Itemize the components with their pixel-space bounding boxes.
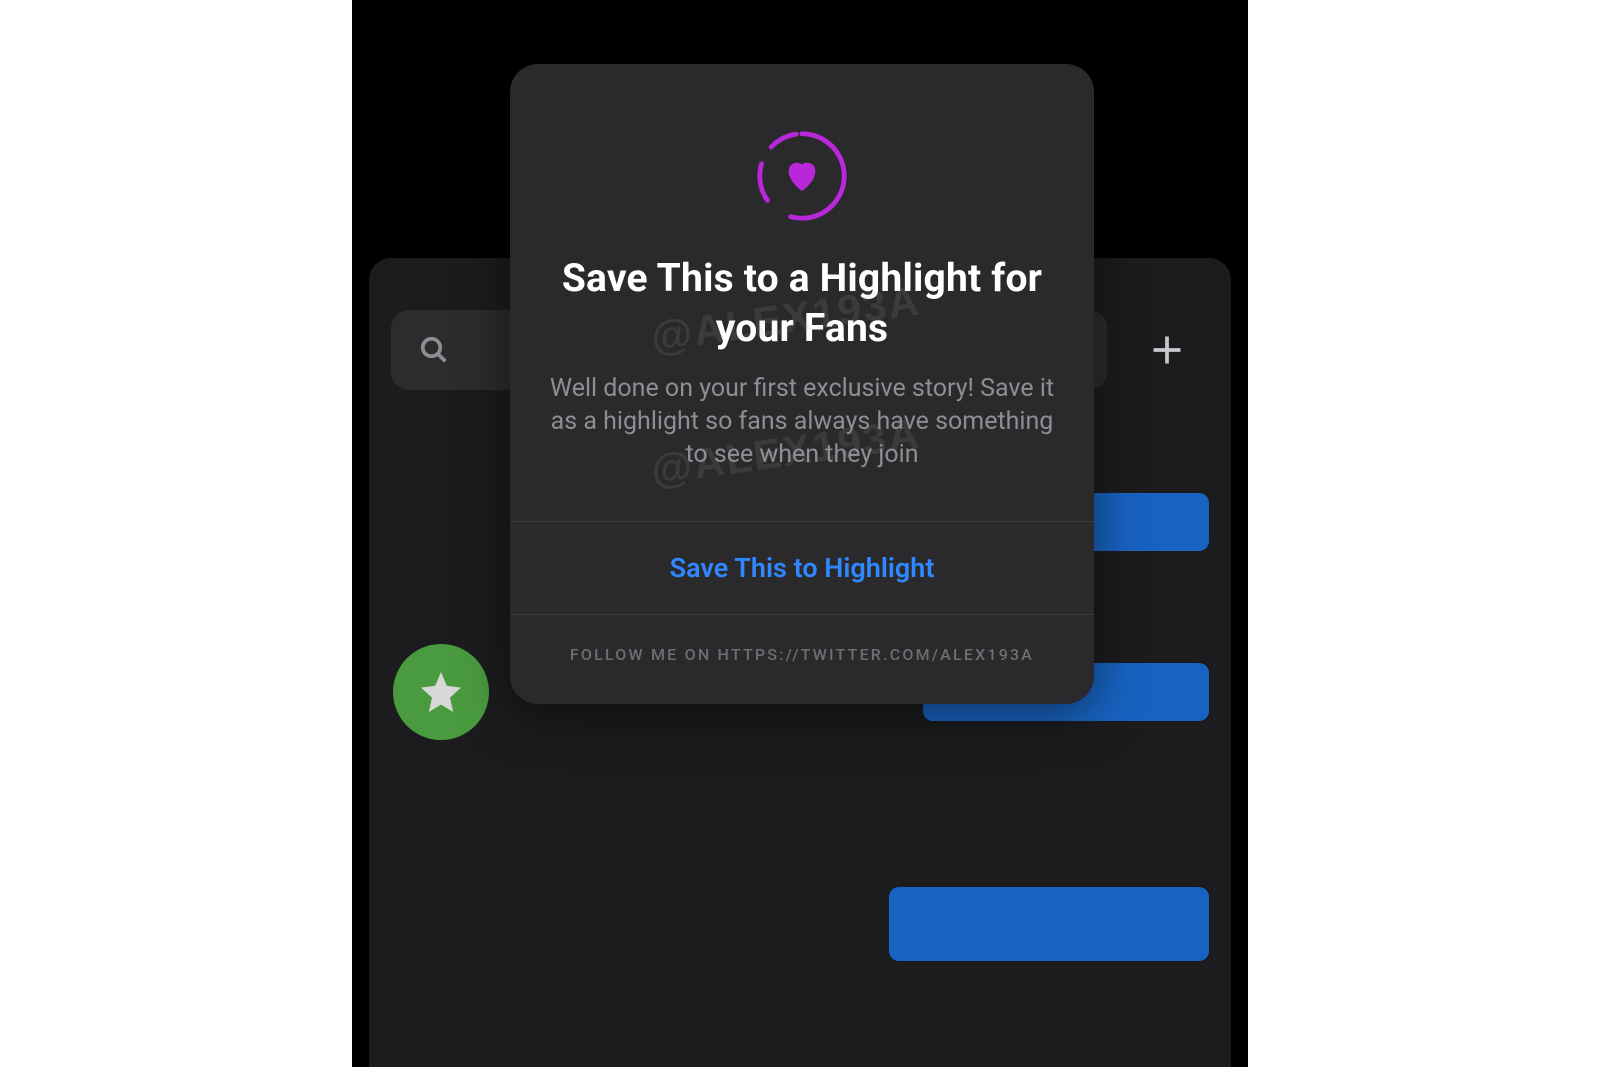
- modal-description: Well done on your first exclusive story!…: [546, 372, 1058, 471]
- highlight-modal: Save This to a Highlight for your Fans W…: [510, 64, 1094, 704]
- heart-ring-icon: [754, 128, 850, 224]
- follow-button[interactable]: [889, 887, 1209, 961]
- modal-title: Save This to a Highlight for your Fans: [546, 254, 1058, 354]
- app-frame: Save This to a Highlight for your Fans W…: [352, 0, 1248, 1067]
- plus-icon: [1149, 332, 1185, 368]
- modal-body: Save This to a Highlight for your Fans W…: [510, 64, 1094, 521]
- save-highlight-button[interactable]: Save This to Highlight: [510, 521, 1094, 614]
- modal-footer-credit: FOLLOW ME ON HTTPS://TWITTER.COM/ALEX193…: [510, 614, 1094, 704]
- add-button[interactable]: [1137, 332, 1197, 368]
- list-item[interactable]: [391, 874, 1209, 974]
- avatar: [393, 644, 489, 740]
- heart-icon: [782, 156, 822, 196]
- star-icon: [417, 668, 465, 716]
- search-icon: [419, 335, 449, 365]
